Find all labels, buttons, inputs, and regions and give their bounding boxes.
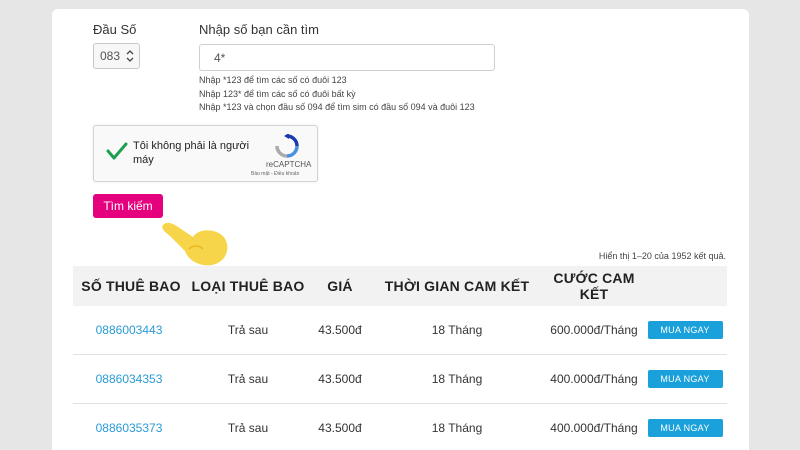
- search-button[interactable]: Tìm kiếm: [93, 194, 163, 218]
- recaptcha-widget[interactable]: Tôi không phải là người máy reCAPTCHA Bả…: [93, 125, 318, 182]
- hint-line: Nhập *123 để tìm các số có đuôi 123: [199, 75, 347, 85]
- chevron-updown-icon: [126, 50, 134, 62]
- commitment-term: 18 Tháng: [431, 372, 483, 386]
- pointing-hand-icon: [162, 222, 228, 266]
- column-header-price: GIÁ: [327, 278, 353, 294]
- search-panel: Đầu Số 083 Nhập số bạn cần tìm Nhập *123…: [52, 9, 749, 450]
- subscription-type: Trả sau: [227, 323, 269, 337]
- search-label: Nhập số bạn cần tìm: [199, 22, 319, 37]
- price: 43.500đ: [318, 372, 362, 386]
- search-input[interactable]: [199, 44, 495, 71]
- subscription-type: Trả sau: [227, 421, 269, 435]
- price: 43.500đ: [318, 421, 362, 435]
- prefix-label: Đầu Số: [93, 22, 137, 37]
- column-header-number: SỐ THUÊ BAO: [81, 278, 181, 294]
- table-row: 0886035373 Trả sau 43.500đ 18 Tháng 400.…: [73, 404, 727, 450]
- table-header: SỐ THUÊ BAO LOẠI THUÊ BAO GIÁ THỜI GIAN …: [73, 266, 727, 306]
- buy-now-button[interactable]: MUA NGAY: [647, 419, 723, 437]
- table-row: 0886034353 Trả sau 43.500đ 18 Tháng 400.…: [73, 355, 727, 404]
- checkmark-icon[interactable]: [106, 140, 128, 162]
- table-row: 0886003443 Trả sau 43.500đ 18 Tháng 600.…: [73, 306, 727, 355]
- recaptcha-logo-icon: [275, 134, 299, 158]
- column-header-term: THỜI GIAN CAM KẾT: [384, 278, 530, 294]
- commitment-fee: 600.000đ/Tháng: [550, 323, 638, 337]
- hint-line: Nhập 123* để tìm các số có đuôi bất kỳ: [199, 89, 356, 99]
- phone-number-link[interactable]: 0886003443: [96, 323, 163, 337]
- commitment-term: 18 Tháng: [431, 323, 483, 337]
- price: 43.500đ: [318, 323, 362, 337]
- subscription-type: Trả sau: [227, 372, 269, 386]
- phone-number-link[interactable]: 0886034353: [96, 372, 163, 386]
- column-header-type: LOẠI THUÊ BAO: [191, 278, 305, 294]
- results-table: SỐ THUÊ BAO LOẠI THUÊ BAO GIÁ THỜI GIAN …: [73, 266, 727, 450]
- phone-number-link[interactable]: 0886035373: [96, 421, 163, 435]
- hint-line: Nhập *123 và chọn đầu số 094 để tìm sim …: [199, 102, 475, 112]
- recaptcha-brand: reCAPTCHA: [266, 160, 312, 169]
- buy-now-button[interactable]: MUA NGAY: [647, 321, 723, 339]
- captcha-label: Tôi không phải là người máy: [133, 140, 250, 166]
- prefix-value: 083: [100, 49, 121, 63]
- commitment-fee: 400.000đ/Tháng: [550, 372, 638, 386]
- commitment-fee: 400.000đ/Tháng: [550, 421, 638, 435]
- buy-now-button[interactable]: MUA NGAY: [647, 370, 723, 388]
- column-header-fee: CƯỚC CAM KẾT: [553, 270, 635, 302]
- commitment-term: 18 Tháng: [431, 421, 483, 435]
- results-count: Hiển thị 1–20 của 1952 kết quả.: [598, 251, 726, 261]
- recaptcha-terms-link[interactable]: Bảo mật - Điều khoản: [251, 171, 299, 177]
- prefix-select[interactable]: 083: [93, 43, 140, 69]
